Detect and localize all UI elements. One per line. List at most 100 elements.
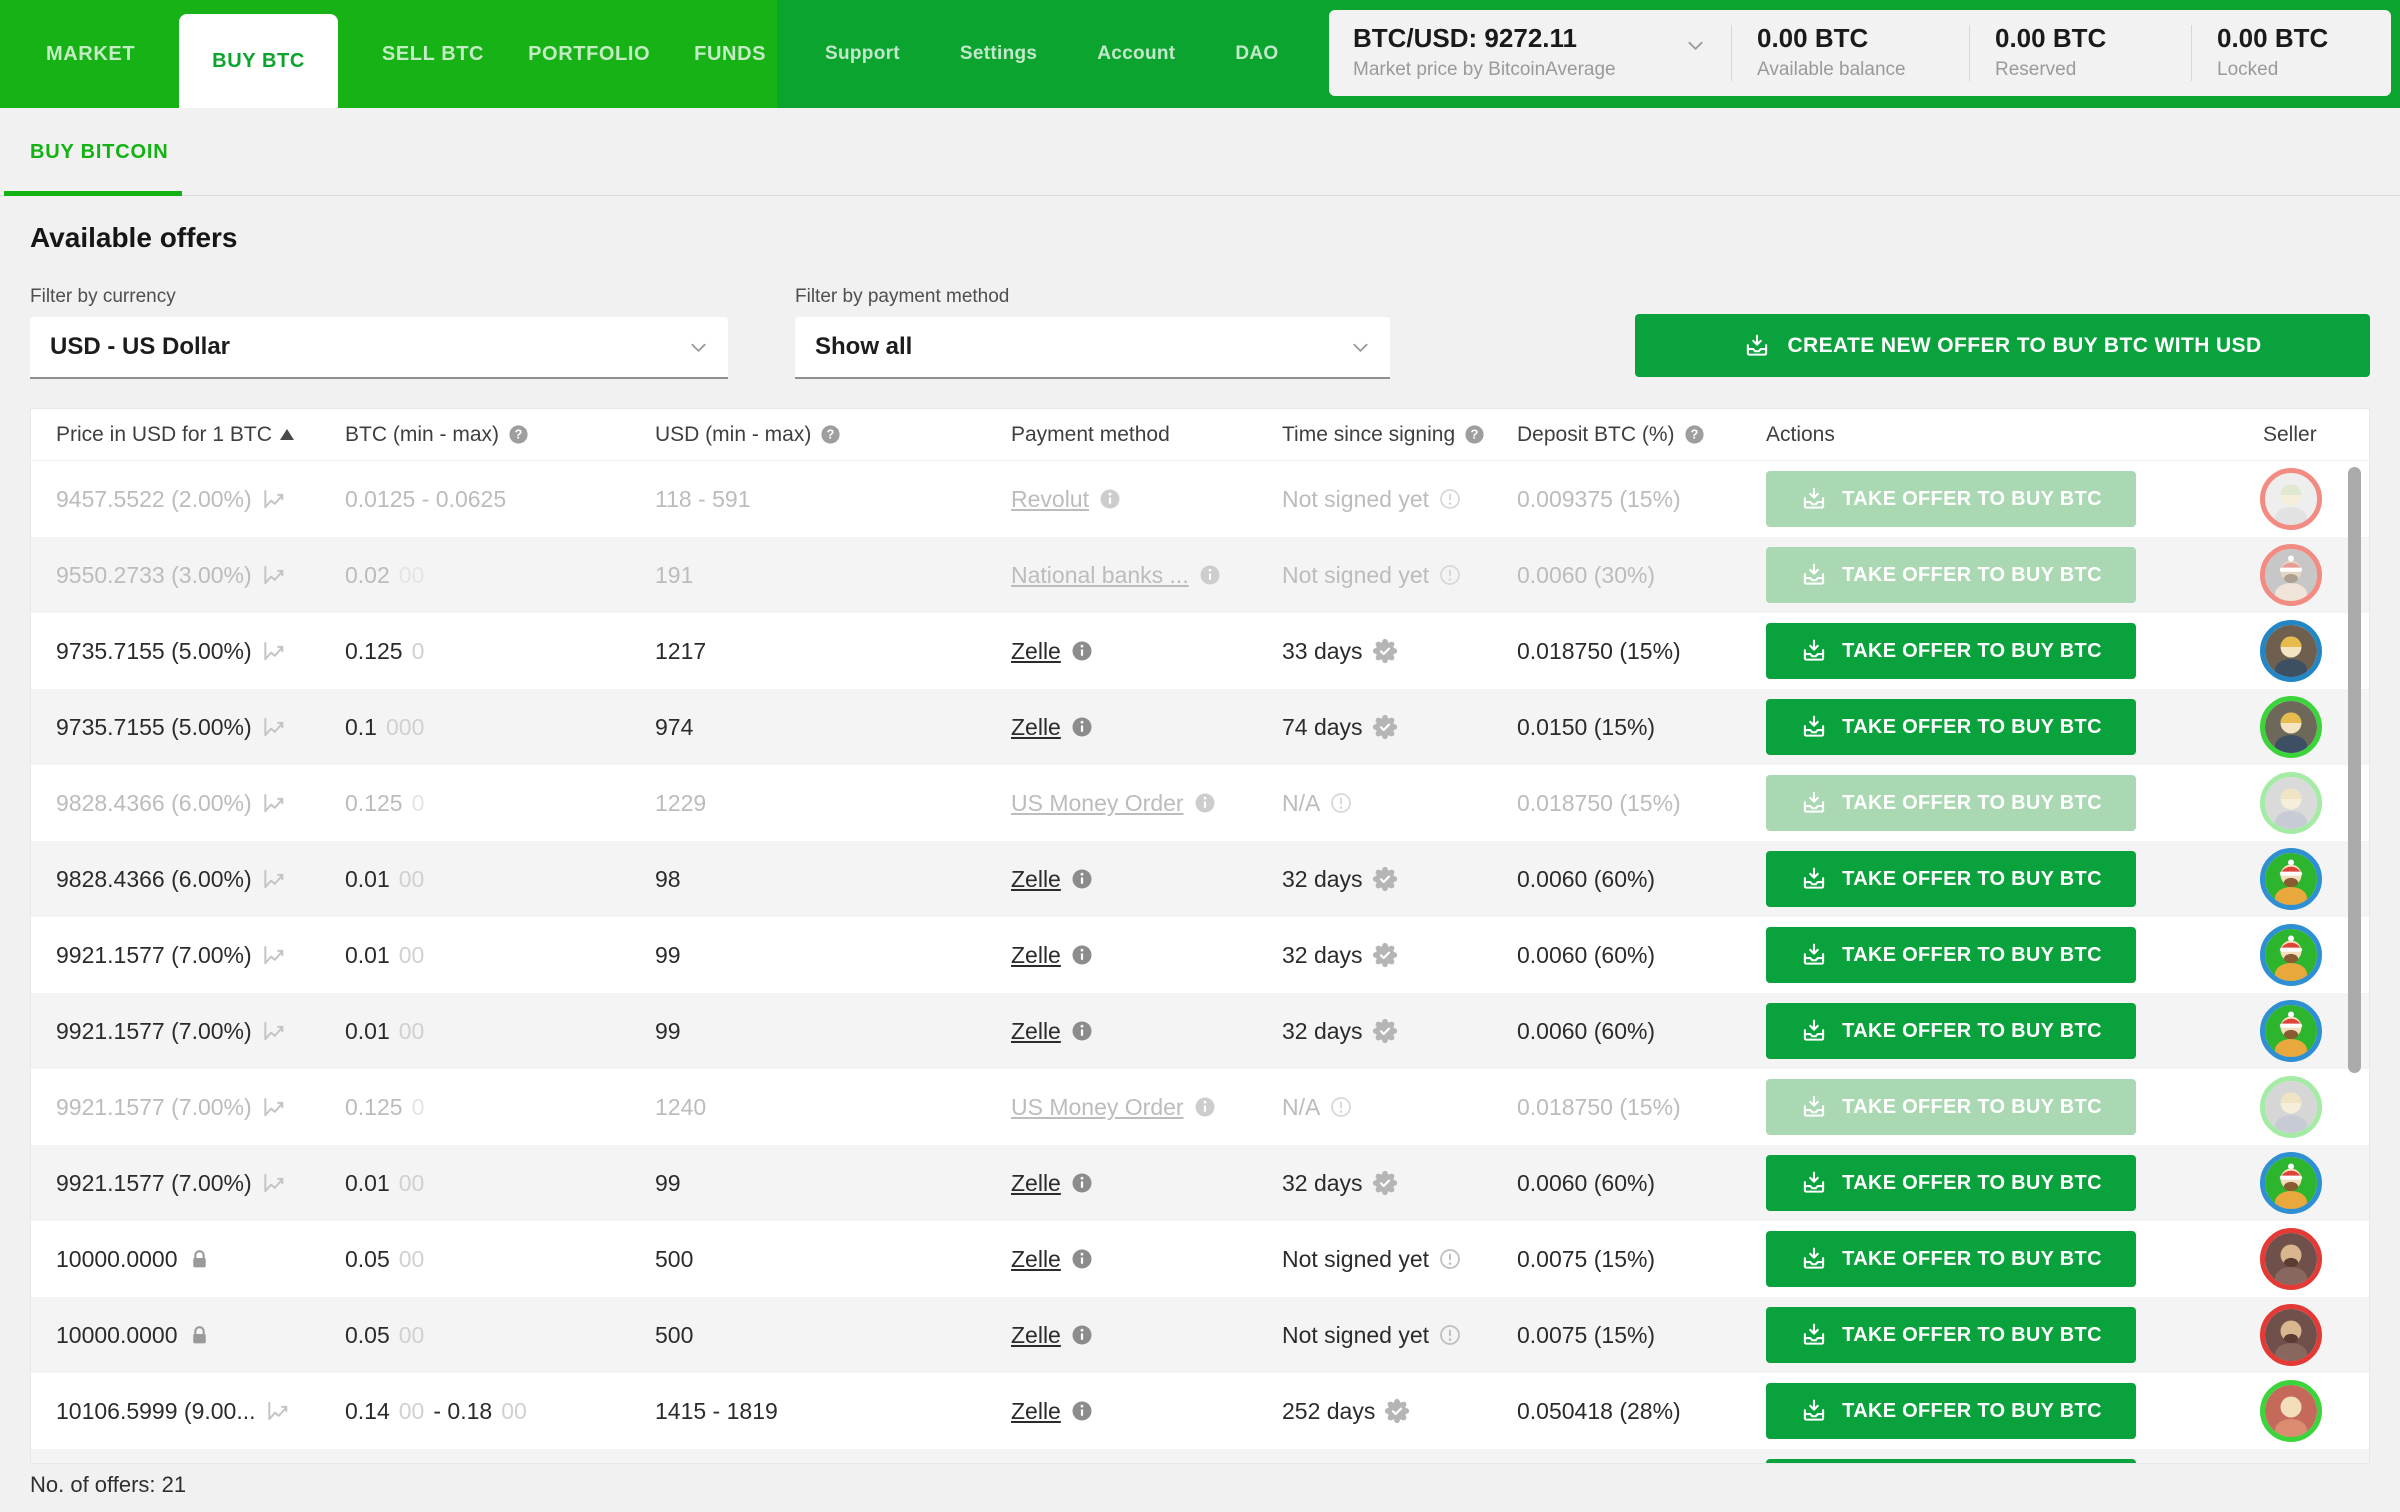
nav-item-buy-btc[interactable]: BUY BTC [179, 14, 338, 108]
info-icon[interactable] [1070, 1399, 1094, 1423]
market-pair-selector[interactable]: BTC/USD: 9272.11 Market price by Bitcoin… [1329, 10, 1731, 96]
chevron-down-icon [1682, 32, 1709, 59]
seller-avatar[interactable] [2260, 1076, 2322, 1138]
nav-item-portfolio[interactable]: PORTFOLIO [528, 0, 650, 108]
price-chart-icon [261, 1018, 287, 1044]
seller-avatar[interactable] [2260, 924, 2322, 986]
seller-avatar[interactable] [2260, 1228, 2322, 1290]
payment-method-link[interactable]: Zelle [1011, 1398, 1061, 1425]
column-header-usd[interactable]: USD (min - max) ? [655, 423, 1011, 447]
info-icon[interactable] [1098, 487, 1122, 511]
take-offer-button[interactable]: TAKE OFFER TO BUY BTC [1766, 775, 2136, 831]
currency-filter-select[interactable]: USD - US Dollar [30, 317, 728, 379]
payment-method-link[interactable]: US Money Order [1011, 1094, 1184, 1121]
take-offer-button[interactable]: TAKE OFFER TO BUY BTC [1766, 1079, 2136, 1135]
usd-range-value: 118 - 591 [655, 485, 751, 512]
secondary-nav: Support Settings Account DAO [777, 0, 1279, 108]
btc-range-value: 0.05 00 [345, 1245, 425, 1272]
info-icon[interactable] [1070, 1323, 1094, 1347]
seller-avatar[interactable] [2260, 544, 2322, 606]
deposit-value: 0.050418 (28%) [1517, 1397, 1681, 1424]
column-header-time[interactable]: Time since signing ? [1282, 423, 1517, 447]
nav-item-dao[interactable]: DAO [1235, 43, 1278, 65]
seller-avatar[interactable] [2260, 1380, 2322, 1442]
seller-avatar[interactable] [2260, 696, 2322, 758]
price-value: 9828.4366 (6.00%) [56, 865, 252, 892]
nav-item-market[interactable]: MARKET [46, 0, 135, 108]
take-offer-button[interactable]: TAKE OFFER TO BUY BTC [1766, 699, 2136, 755]
take-offer-button[interactable]: TAKE OFFER TO BUY BTC [1766, 623, 2136, 679]
take-offer-button[interactable]: TAKE OFFER TO BUY BTC [1766, 1383, 2136, 1439]
info-icon[interactable] [1070, 1019, 1094, 1043]
take-offer-button[interactable]: TAKE OFFER TO BUY BTC [1766, 1155, 2136, 1211]
info-icon[interactable] [1070, 639, 1094, 663]
btc-range-value: 0.125 0 [345, 789, 425, 816]
seller-avatar[interactable] [2260, 772, 2322, 834]
seller-avatar[interactable] [2260, 848, 2322, 910]
tab-buy-bitcoin[interactable]: BUY BITCOIN [30, 108, 168, 196]
take-offer-button[interactable]: TAKE OFFER TO BUY BTC [1766, 851, 2136, 907]
take-offer-icon [1800, 713, 1828, 741]
time-since-signing-value: Not signed yet [1282, 485, 1430, 512]
usd-range-value: 99 [655, 1169, 681, 1196]
seller-avatar[interactable] [2260, 1152, 2322, 1214]
payment-method-link[interactable]: Revolut [1011, 486, 1089, 513]
take-offer-button[interactable]: TAKE OFFER TO BUY BTC [1766, 471, 2136, 527]
usd-range-value: 191 [655, 561, 694, 588]
column-header-price[interactable]: Price in USD for 1 BTC [31, 423, 345, 447]
info-icon[interactable] [1070, 867, 1094, 891]
seller-avatar[interactable] [2260, 1000, 2322, 1062]
column-header-btc[interactable]: BTC (min - max) ? [345, 423, 655, 447]
usd-range-value: 98 [655, 865, 681, 892]
nav-item-settings[interactable]: Settings [960, 43, 1037, 65]
info-icon[interactable] [1193, 1095, 1217, 1119]
payment-method-link[interactable]: US Money Order [1011, 790, 1184, 817]
take-offer-icon [1800, 1093, 1828, 1121]
usd-range-value: 1415 - 1819 [655, 1397, 778, 1424]
create-offer-button[interactable]: CREATE NEW OFFER TO BUY BTC WITH USD [1635, 314, 2370, 377]
payment-method-link[interactable]: Zelle [1011, 1322, 1061, 1349]
info-icon[interactable] [1070, 715, 1094, 739]
payment-method-link[interactable]: National banks ... [1011, 562, 1189, 589]
seller-avatar[interactable] [2260, 468, 2322, 530]
nav-item-funds[interactable]: FUNDS [694, 0, 766, 108]
take-offer-button[interactable]: TAKE OFFER TO BUY BTC [1766, 1003, 2136, 1059]
info-icon[interactable] [1193, 791, 1217, 815]
take-offer-button[interactable]: TAKE OFFER TO BUY BTC [1766, 547, 2136, 603]
seller-avatar[interactable] [2260, 1304, 2322, 1366]
table-row: 9921.1577 (7.00%) 0.01 00 99 Zelle 32 day… [31, 993, 2369, 1069]
payment-method-link[interactable]: Zelle [1011, 638, 1061, 665]
take-offer-icon [1800, 865, 1828, 893]
btc-range-value: 0.01 00 [345, 1169, 425, 1196]
nav-item-sell-btc[interactable]: SELL BTC [382, 0, 484, 108]
payment-method-link[interactable]: Zelle [1011, 714, 1061, 741]
take-offer-button[interactable]: TAKE OFFER TO BUY BTC [1766, 927, 2136, 983]
info-icon[interactable] [1070, 1247, 1094, 1271]
payment-method-link[interactable]: Zelle [1011, 1170, 1061, 1197]
market-price-value: BTC/USD: 9272.11 [1353, 23, 1577, 53]
info-icon[interactable] [1070, 943, 1094, 967]
payment-method-link[interactable]: Zelle [1011, 866, 1061, 893]
table-scrollbar[interactable] [2348, 467, 2361, 1073]
table-row: 9828.4366 (6.00%) 0.01 00 98 Zelle 32 day… [31, 841, 2369, 917]
info-icon[interactable] [1070, 1171, 1094, 1195]
price-chart-icon [261, 942, 287, 968]
column-header-deposit[interactable]: Deposit BTC (%) ? [1517, 423, 1766, 447]
column-header-payment[interactable]: Payment method [1011, 423, 1282, 447]
nav-item-support[interactable]: Support [825, 43, 900, 65]
payment-method-link[interactable]: Zelle [1011, 1018, 1061, 1045]
fixed-price-lock-icon [187, 1323, 212, 1348]
info-icon[interactable] [1198, 563, 1222, 587]
signed-badge-icon [1372, 1018, 1398, 1044]
nav-item-account[interactable]: Account [1097, 43, 1175, 65]
take-offer-button[interactable]: TAKE OFFER TO BUY BTC [1766, 1231, 2136, 1287]
table-row: 9921.1577 (7.00%) 0.01 00 99 Zelle 32 day… [31, 1145, 2369, 1221]
not-signed-alert-icon [1438, 487, 1462, 511]
take-offer-button[interactable]: TAKE OFFER TO BUY BTC [1766, 1307, 2136, 1363]
seller-avatar[interactable] [2260, 620, 2322, 682]
payment-method-filter-select[interactable]: Show all [795, 317, 1390, 379]
take-offer-button-partial[interactable] [1766, 1459, 2136, 1463]
payment-method-link[interactable]: Zelle [1011, 1246, 1061, 1273]
currency-filter: Filter by currency USD - US Dollar [30, 286, 728, 379]
payment-method-link[interactable]: Zelle [1011, 942, 1061, 969]
